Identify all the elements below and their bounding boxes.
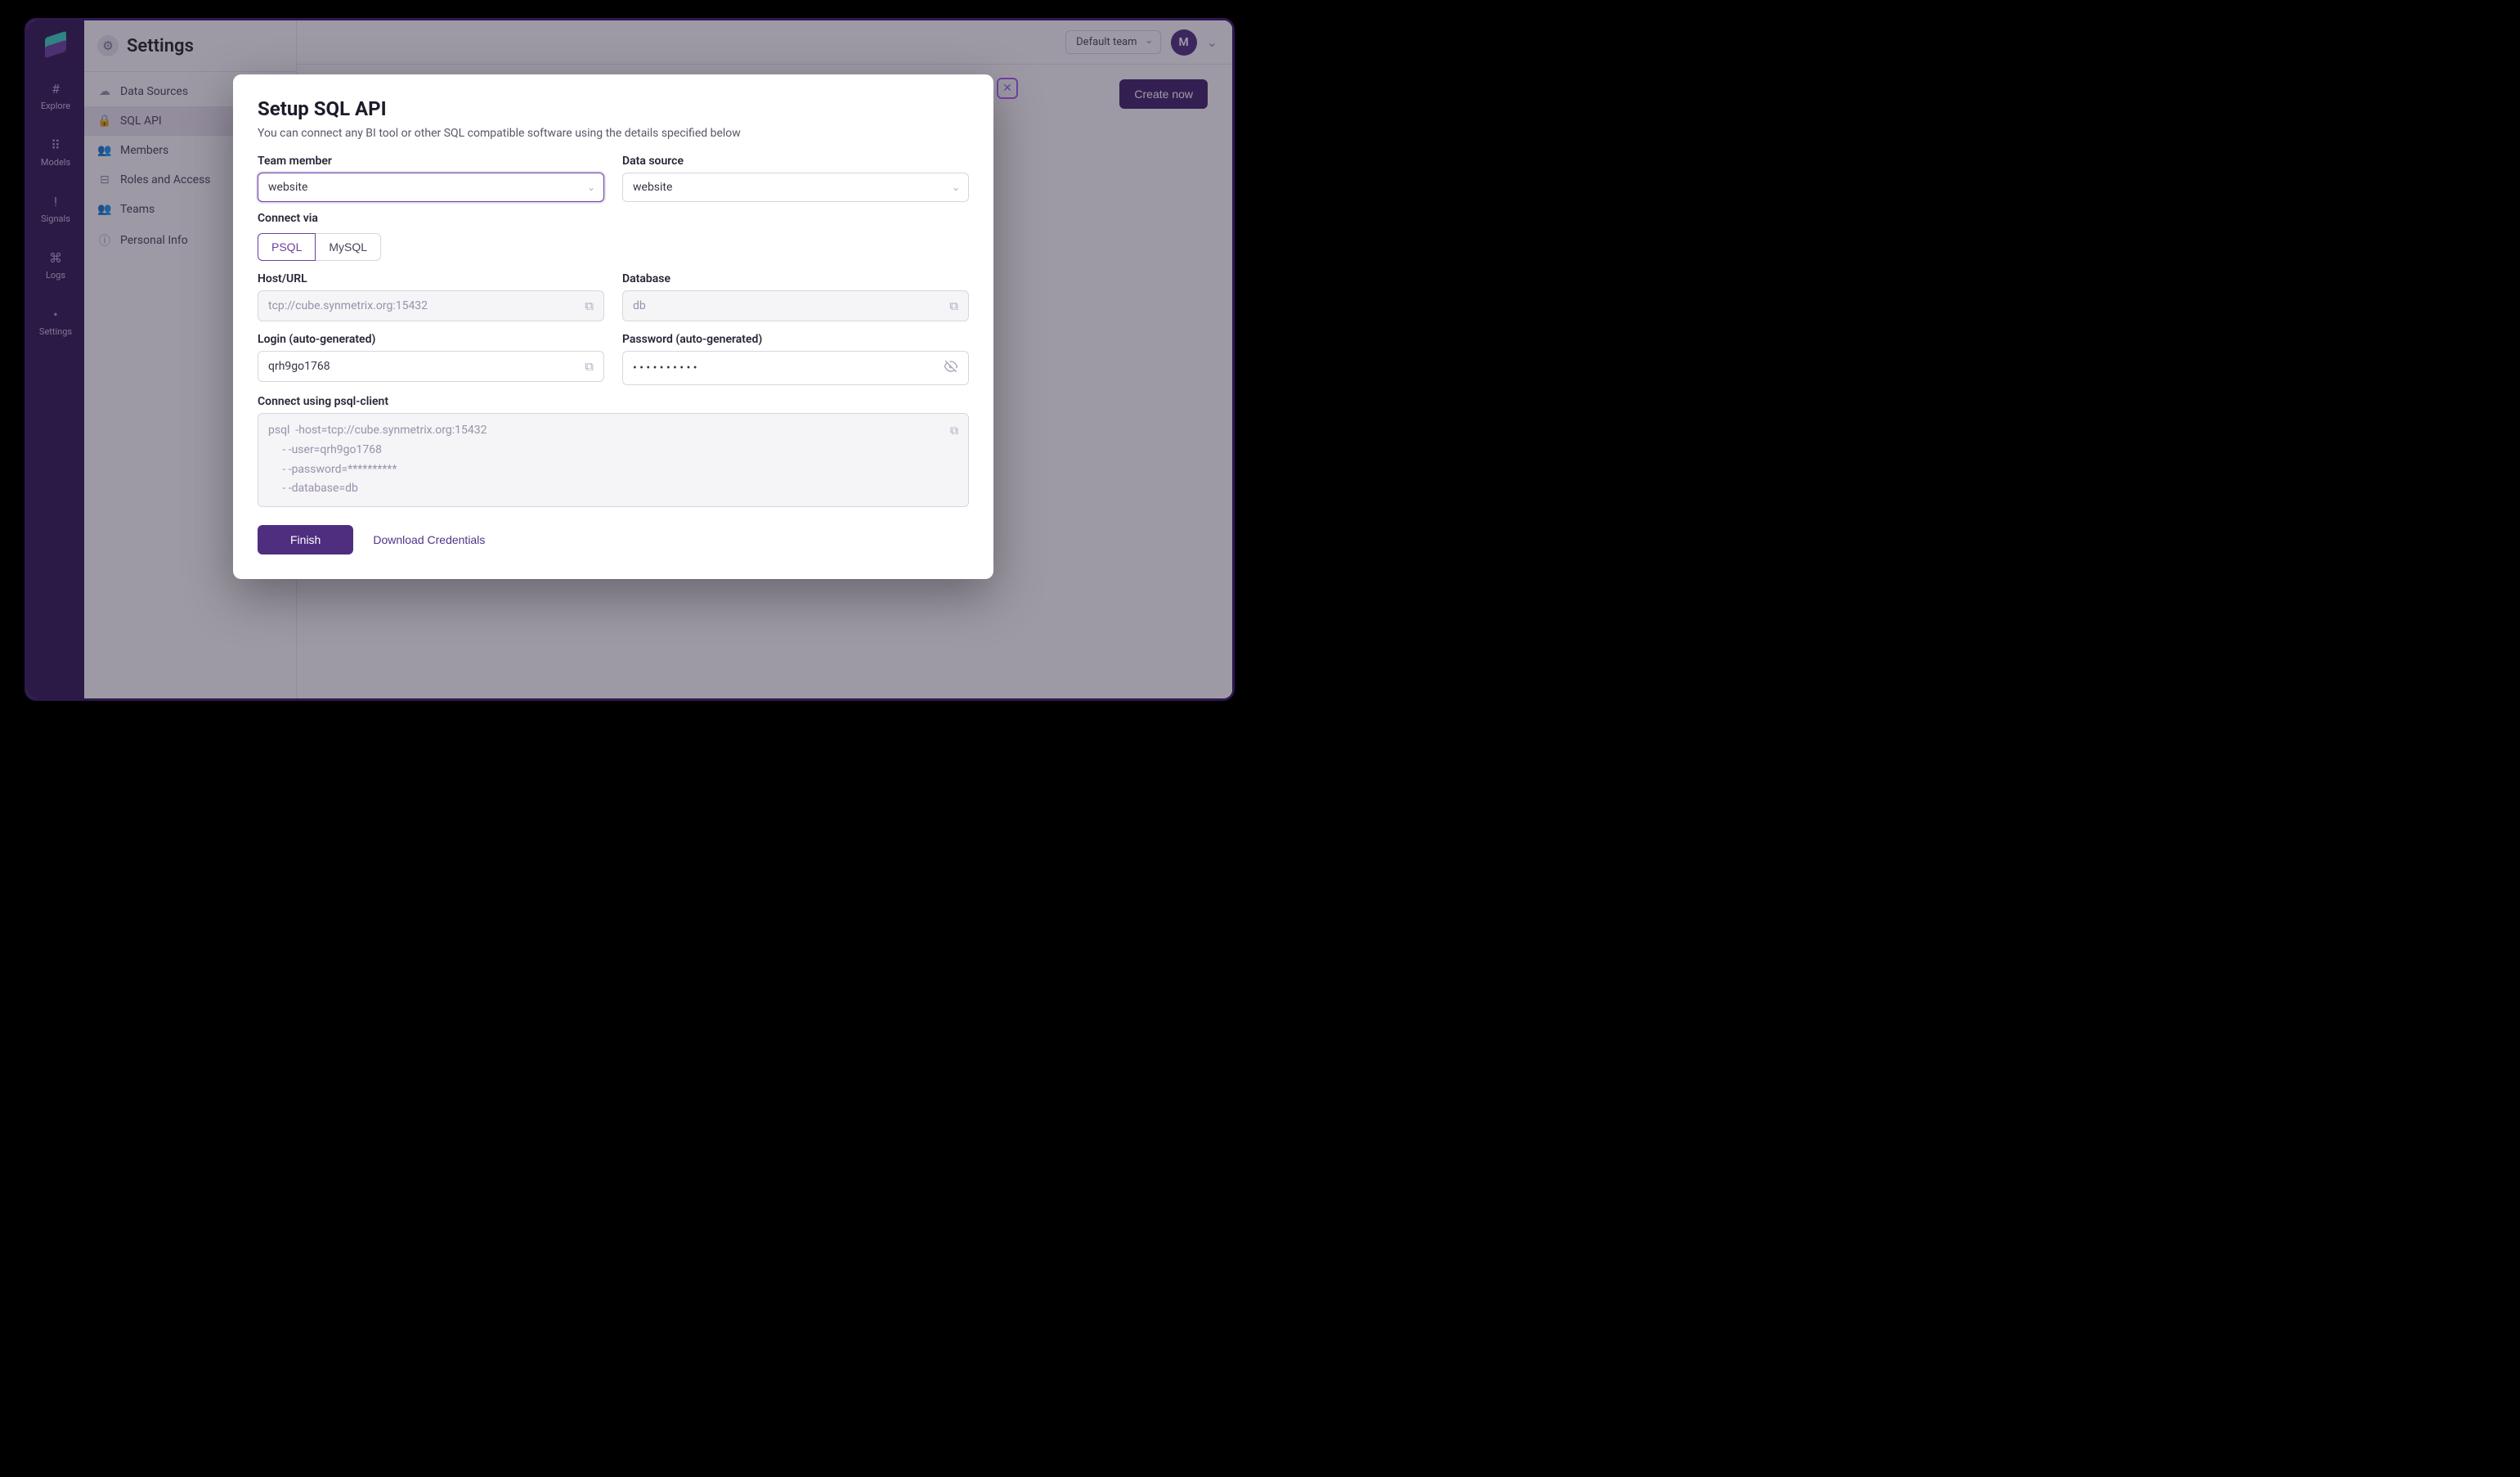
connect-via-psql[interactable]: PSQL [258, 233, 316, 261]
copy-icon[interactable]: ⧉ [949, 299, 958, 313]
host-label: Host/URL [258, 272, 604, 285]
password-input[interactable]: • • • • • • • • • • [622, 351, 969, 385]
copy-icon[interactable]: ⧉ [585, 359, 594, 374]
setup-sql-api-modal: ✕ Setup SQL API You can connect any BI t… [233, 74, 993, 579]
password-value: • • • • • • • • • • [633, 361, 697, 375]
close-icon[interactable]: ✕ [997, 78, 1018, 99]
download-credentials-button[interactable]: Download Credentials [373, 533, 485, 546]
data-source-label: Data source [622, 155, 969, 168]
team-member-value: website [268, 181, 307, 194]
connect-via-mysql[interactable]: MySQL [316, 233, 381, 261]
psql-command-box[interactable]: psql -host=tcp://cube.synmetrix.org:1543… [258, 413, 969, 507]
modal-description: You can connect any BI tool or other SQL… [258, 127, 969, 140]
finish-button[interactable]: Finish [258, 525, 353, 554]
password-label: Password (auto-generated) [622, 333, 969, 346]
copy-icon[interactable]: ⧉ [950, 422, 958, 442]
database-label: Database [622, 272, 969, 285]
data-source-select[interactable]: website ⌄ [622, 173, 969, 202]
login-label: Login (auto-generated) [258, 333, 604, 346]
connect-via-label: Connect via [258, 212, 969, 225]
host-value: tcp://cube.synmetrix.org:15432 [268, 299, 428, 312]
modal-title: Setup SQL API [258, 97, 969, 120]
data-source-value: website [633, 181, 672, 194]
login-input[interactable]: qrh9go1768 ⧉ [258, 351, 604, 382]
database-value: db [633, 299, 646, 312]
eye-off-icon[interactable] [944, 359, 958, 377]
app-window: # Explore ⠿ Models ! Signals ⌘ Logs • Se… [25, 18, 1235, 701]
copy-icon[interactable]: ⧉ [585, 299, 594, 313]
psql-command-value: psql -host=tcp://cube.synmetrix.org:1543… [268, 421, 487, 499]
modal-actions: Finish Download Credentials [258, 525, 969, 554]
connect-via-segmented: PSQL MySQL [258, 233, 381, 261]
team-member-select[interactable]: website ⌄ [258, 173, 604, 202]
chevron-down-icon: ⌄ [587, 182, 595, 193]
team-member-label: Team member [258, 155, 604, 168]
host-input[interactable]: tcp://cube.synmetrix.org:15432 ⧉ [258, 290, 604, 321]
chevron-down-icon: ⌄ [952, 182, 960, 193]
login-value: qrh9go1768 [268, 360, 330, 373]
database-input[interactable]: db ⧉ [622, 290, 969, 321]
psql-client-label: Connect using psql-client [258, 395, 969, 408]
